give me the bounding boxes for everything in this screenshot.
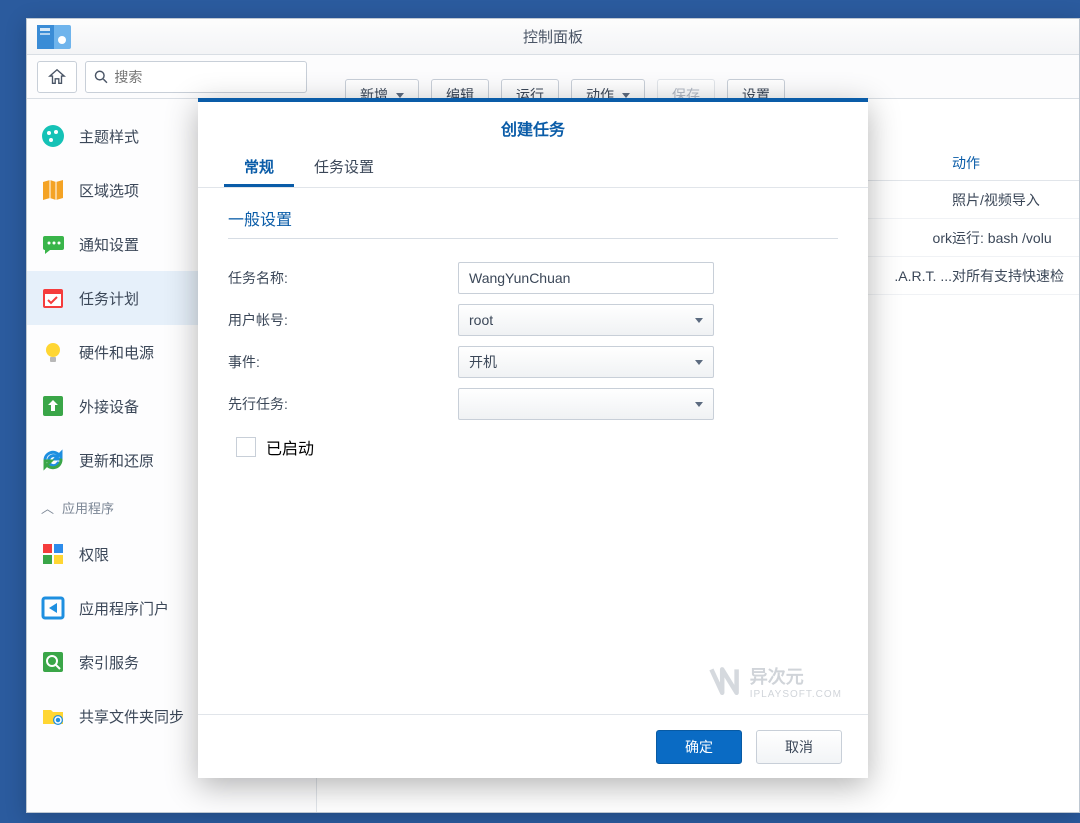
watermark-logo-icon [706,664,742,700]
column-header-action[interactable]: 动作 [952,145,980,173]
ok-button[interactable]: 确定 [656,730,742,764]
chevron-down-icon [695,402,703,407]
create-task-dialog: 创建任务 常规 任务设置 一般设置 任务名称: 用户帐号: root 事件: 开… [198,98,868,778]
section-general-settings: 一般设置 [228,206,838,239]
search-input[interactable] [114,69,298,85]
search-icon [94,69,108,85]
chevron-up-icon: ︿ [41,498,54,517]
chevron-down-icon [695,318,703,323]
sidebar-item-label: 通知设置 [79,234,139,255]
task-name-input[interactable] [458,262,714,294]
field-enabled: 已启动 [236,435,838,459]
region-icon [41,178,65,202]
dialog-tabs: 常规 任务设置 [198,146,868,188]
chevron-down-icon [396,93,404,98]
palette-icon [41,124,65,148]
home-icon [48,68,66,86]
user-select[interactable]: root [458,304,714,336]
sidebar-item-label: 共享文件夹同步 [79,706,184,727]
search-sq-icon [41,650,65,674]
tab-task-settings[interactable]: 任务设置 [294,146,394,187]
sidebar-item-label: 应用程序门户 [79,598,169,619]
dialog-title: 创建任务 [198,102,868,146]
pre-task-select[interactable] [458,388,714,420]
bulb-icon [41,340,65,364]
search-box[interactable] [85,61,307,93]
sidebar-item-label: 更新和还原 [79,450,154,471]
titlebar: 控制面板 [27,19,1079,55]
sidebar-item-label: 权限 [79,544,109,565]
chat-icon [41,232,65,256]
refresh-icon [41,448,65,472]
sidebar-item-label: 区域选项 [79,180,139,201]
field-pre-task: 先行任务: [228,383,838,425]
sidebar-item-label: 硬件和电源 [79,342,154,363]
field-event: 事件: 开机 [228,341,838,383]
calendar-check-icon [41,286,65,310]
upload-icon [41,394,65,418]
dialog-body: 一般设置 任务名称: 用户帐号: root 事件: 开机 先行任务: 已启动 异… [198,188,868,714]
app-icon [37,25,71,49]
sidebar-item-label: 任务计划 [79,288,139,309]
sync-folder-icon [41,704,65,728]
sidebar-item-label: 索引服务 [79,652,139,673]
cancel-button[interactable]: 取消 [756,730,842,764]
portal-icon [41,596,65,620]
sidebar-item-label: 主题样式 [79,126,139,147]
field-task-name: 任务名称: [228,257,838,299]
chevron-down-icon [622,93,630,98]
sidebar-group-label: 应用程序 [62,498,114,517]
home-button[interactable] [37,61,77,93]
dialog-footer: 确定 取消 [198,714,868,778]
enabled-label: 已启动 [266,435,314,459]
event-select[interactable]: 开机 [458,346,714,378]
field-user: 用户帐号: root [228,299,838,341]
chevron-down-icon [695,360,703,365]
lock-icon [41,542,65,566]
tab-general[interactable]: 常规 [224,146,294,187]
watermark: 异次元 IPLAYSOFT.COM [706,663,842,700]
sidebar-item-label: 外接设备 [79,396,139,417]
window-title: 控制面板 [523,26,583,47]
enabled-checkbox[interactable] [236,437,256,457]
